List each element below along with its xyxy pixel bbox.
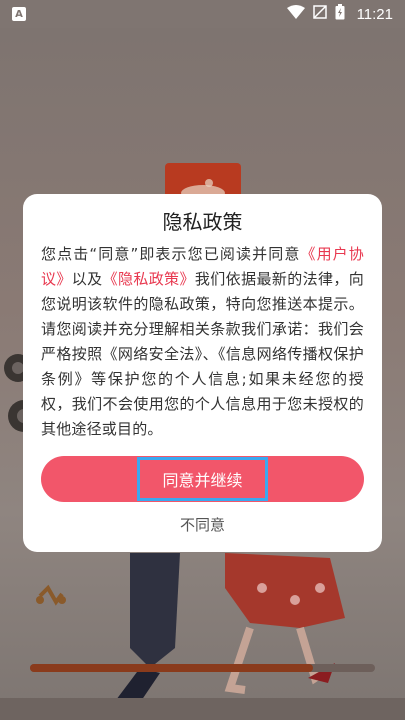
status-bar: A 11:21	[0, 0, 405, 28]
privacy-policy-link[interactable]: 《隐私政策》	[103, 270, 195, 288]
clock: 11:21	[356, 5, 393, 23]
loading-progress-fill	[30, 664, 313, 672]
loading-progress-bar	[30, 664, 375, 672]
body-text-1: 您点击“同意”即表示您已阅读并同意	[41, 245, 301, 263]
app-notification-icon: A	[12, 7, 26, 21]
dialog-body: 您点击“同意”即表示您已阅读并同意《用户协议》以及《隐私政策》我们依据最新的法律…	[41, 242, 364, 442]
wifi-icon	[286, 5, 305, 23]
disagree-button[interactable]: 不同意	[23, 514, 382, 535]
battery-charging-icon	[335, 4, 345, 24]
bottom-strip	[0, 698, 405, 720]
body-text-3: 我们依据最新的法律，向您说明该软件的隐私政策，特向您推送本提示。请您阅读并充分理…	[41, 270, 364, 438]
dialog-title: 隐私政策	[162, 210, 243, 234]
agree-button-label: 同意并继续	[137, 457, 268, 501]
no-sim-icon	[312, 5, 327, 23]
body-text-2: 以及	[71, 270, 103, 288]
privacy-dialog: 隐私政策 您点击“同意”即表示您已阅读并同意《用户协议》以及《隐私政策》我们依据…	[23, 194, 382, 552]
agree-button[interactable]: 同意并继续	[41, 456, 364, 502]
